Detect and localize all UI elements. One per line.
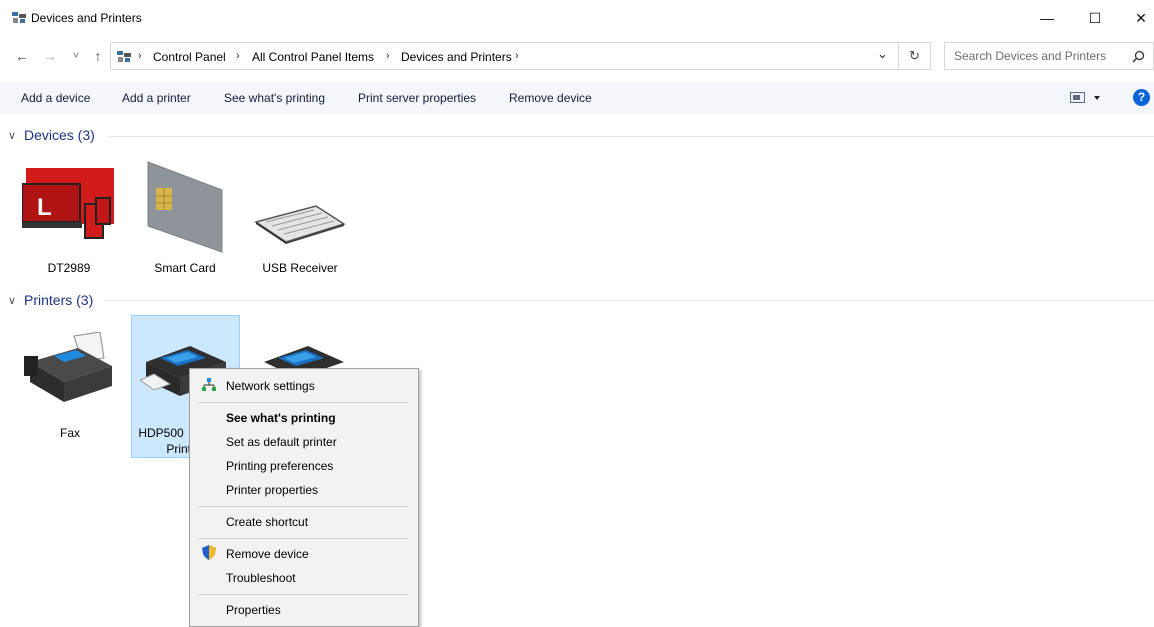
maximize-button[interactable]: ☐ [1072, 0, 1118, 36]
collapse-printers-icon[interactable]: ∨ [8, 294, 16, 307]
menu-separator [198, 402, 408, 403]
title-bar: Devices and Printers — ☐ ✕ [0, 0, 1154, 36]
window-title: Devices and Printers [31, 11, 142, 25]
breadcrumb-separator-icon: › [138, 50, 142, 62]
address-bar[interactable]: › Control Panel › All Control Panel Item… [110, 42, 899, 70]
menu-printer-properties[interactable]: Printer properties [226, 483, 318, 497]
breadcrumb-separator-icon: › [236, 50, 240, 62]
breadcrumb-control-panel[interactable]: Control Panel [153, 50, 226, 64]
fax-icon[interactable] [24, 332, 116, 404]
group-divider [106, 300, 1154, 301]
chevron-down-icon: ˅ [72, 50, 80, 62]
devices-group-header[interactable]: Devices (3) [24, 127, 95, 143]
breadcrumb-all-items[interactable]: All Control Panel Items [252, 50, 374, 64]
control-panel-icon [117, 51, 131, 62]
search-box[interactable] [944, 42, 1154, 70]
context-menu: Network settings See what's printing Set… [189, 368, 419, 627]
menu-set-default-printer[interactable]: Set as default printer [226, 435, 337, 449]
collapse-devices-icon[interactable]: ∨ [8, 129, 16, 142]
menu-remove-device[interactable]: Remove device [226, 547, 309, 561]
help-icon[interactable]: ? [1133, 89, 1150, 106]
network-settings-icon [202, 378, 216, 391]
menu-network-settings[interactable]: Network settings [226, 379, 315, 393]
menu-properties[interactable]: Properties [226, 603, 281, 617]
device-label: DT2989 [47, 261, 91, 275]
print-server-properties-button[interactable]: Print server properties [358, 91, 476, 105]
keyboard-icon[interactable] [252, 204, 348, 244]
add-device-button[interactable]: Add a device [21, 91, 90, 105]
printers-group-header[interactable]: Printers (3) [24, 292, 93, 308]
recent-locations-button[interactable]: ˅ [66, 46, 86, 66]
maximize-icon: ☐ [1088, 9, 1102, 26]
back-arrow-icon: ← [15, 48, 29, 64]
search-input[interactable] [945, 43, 1134, 69]
device-label: Smart Card [154, 261, 216, 275]
smart-card-icon[interactable] [146, 160, 224, 254]
minimize-icon: — [1040, 10, 1054, 26]
see-whats-printing-button[interactable]: See what's printing [224, 91, 325, 105]
up-button[interactable]: ↑ [88, 46, 108, 66]
command-bar: Add a device Add a printer See what's pr… [0, 82, 1154, 114]
close-button[interactable]: ✕ [1118, 0, 1154, 36]
search-icon[interactable] [1132, 50, 1145, 63]
svg-text:L: L [37, 194, 52, 221]
refresh-button[interactable]: ↻ [899, 42, 931, 70]
menu-separator [198, 594, 408, 595]
menu-printing-preferences[interactable]: Printing preferences [226, 459, 333, 473]
printer-label: Print [166, 442, 191, 456]
laptop-phone-device-icon[interactable]: L [22, 168, 116, 244]
menu-troubleshoot[interactable]: Troubleshoot [226, 571, 296, 585]
breadcrumb-devices-printers[interactable]: Devices and Printers [401, 50, 512, 64]
view-options-icon[interactable] [1070, 92, 1102, 104]
minimize-button[interactable]: — [1024, 0, 1070, 36]
shield-icon [202, 545, 216, 560]
group-divider [108, 136, 1154, 137]
address-dropdown-icon[interactable]: ⌄ [877, 46, 888, 62]
up-arrow-icon: ↑ [94, 48, 102, 64]
printer-label: HDP500 [138, 426, 184, 440]
back-button[interactable]: ← [12, 46, 32, 66]
devices-printers-icon [12, 12, 26, 23]
menu-separator [198, 506, 408, 507]
device-label: USB Receiver [262, 261, 338, 275]
printer-label: Fax [59, 426, 80, 440]
forward-arrow-icon: → [43, 48, 57, 64]
menu-see-whats-printing[interactable]: See what's printing [226, 411, 336, 425]
refresh-icon: ↻ [909, 48, 920, 63]
breadcrumb-separator-icon: › [515, 50, 519, 62]
breadcrumb-separator-icon: › [386, 50, 390, 62]
menu-create-shortcut[interactable]: Create shortcut [226, 515, 308, 529]
close-icon: ✕ [1135, 9, 1147, 26]
forward-button[interactable]: → [40, 46, 60, 66]
remove-device-button[interactable]: Remove device [509, 91, 592, 105]
menu-separator [198, 538, 408, 539]
add-printer-button[interactable]: Add a printer [122, 91, 191, 105]
